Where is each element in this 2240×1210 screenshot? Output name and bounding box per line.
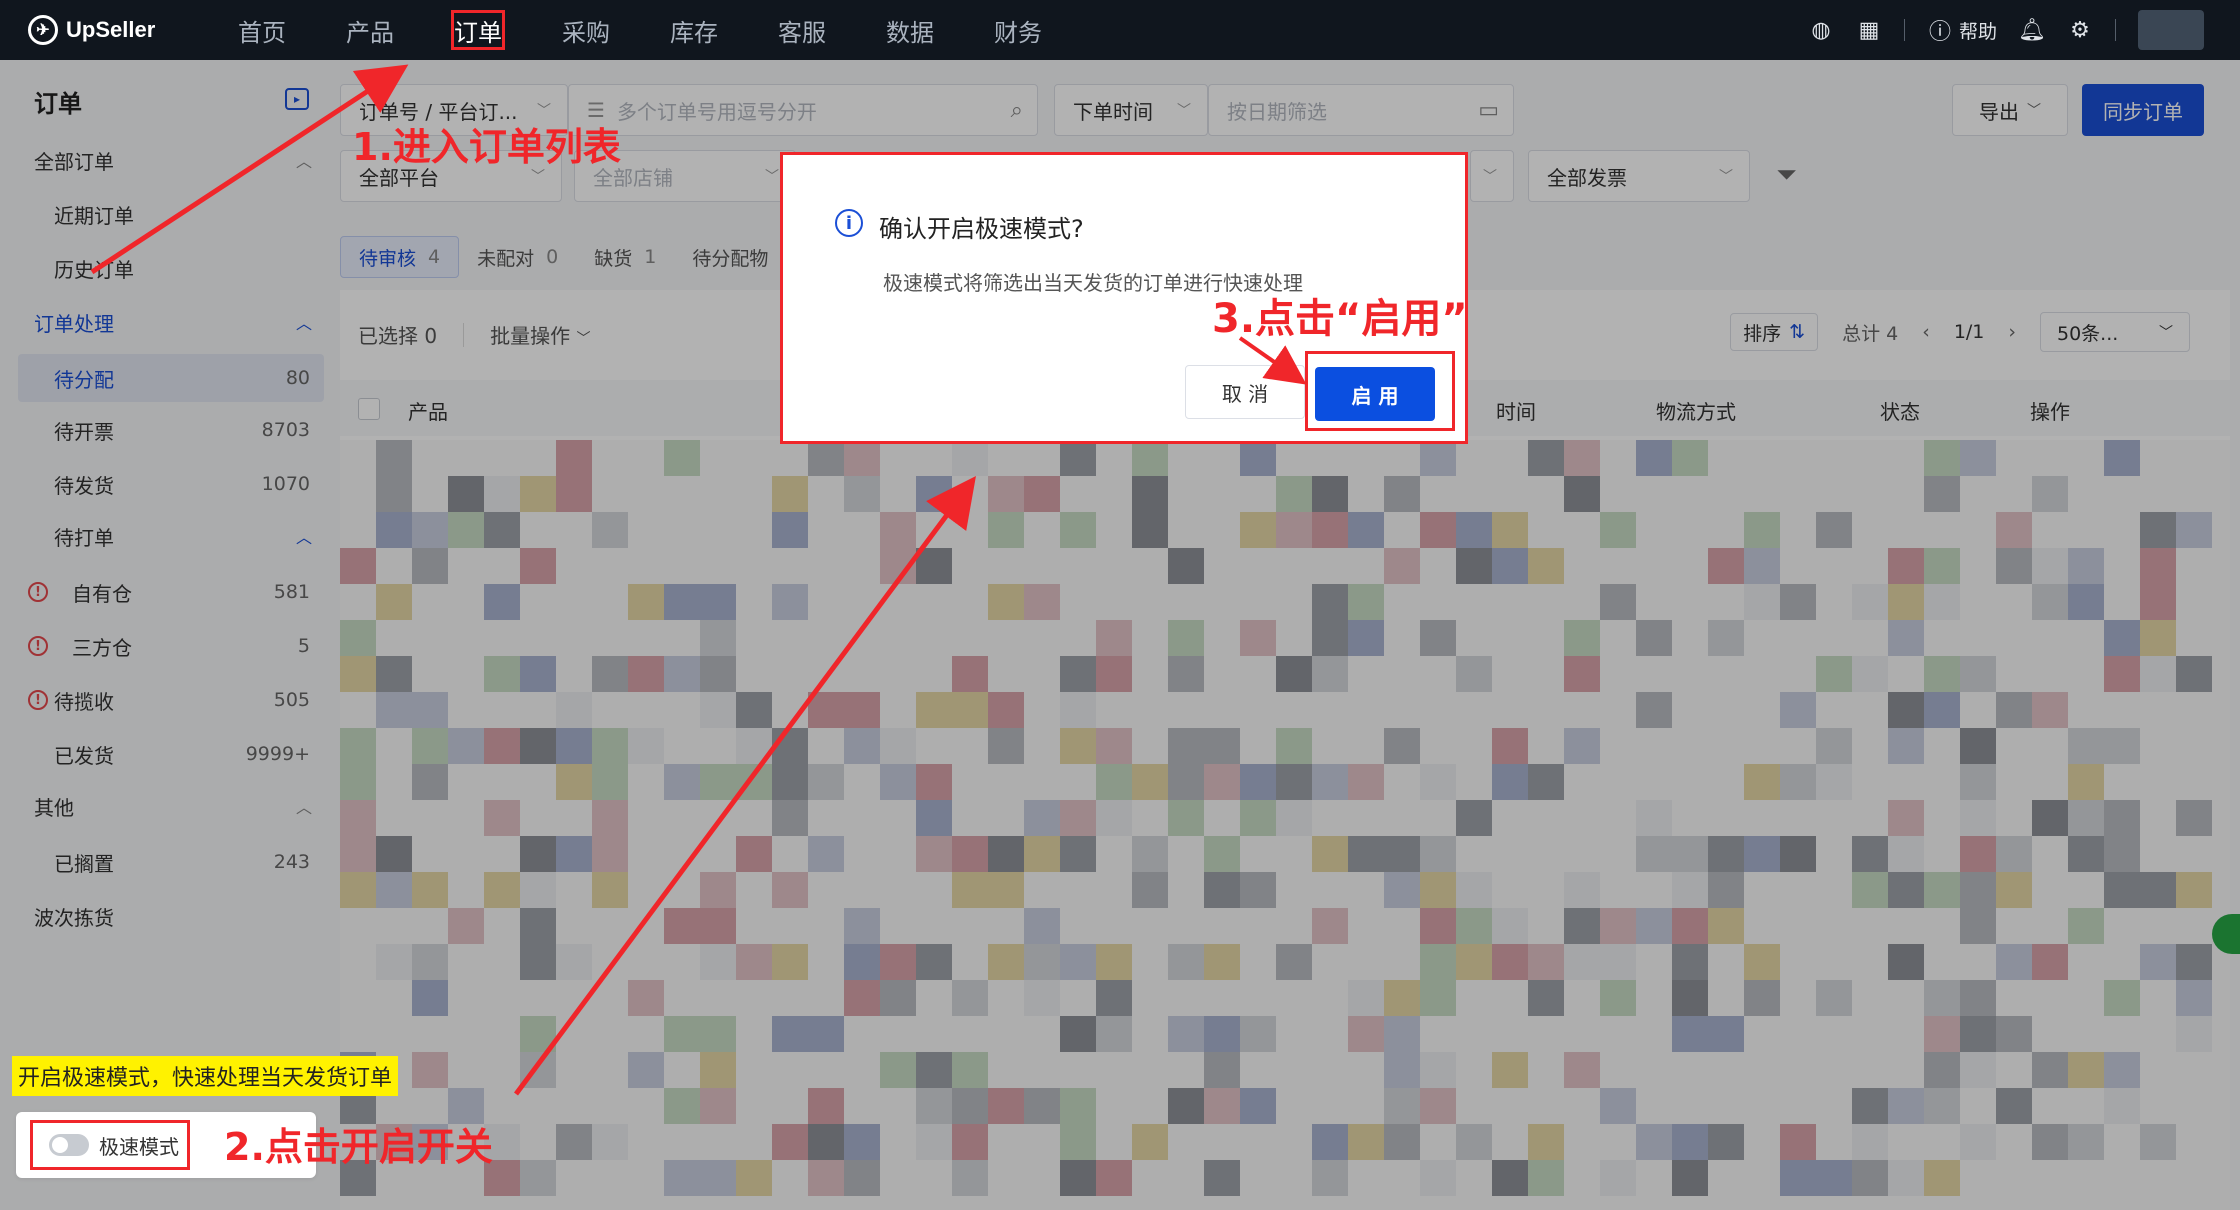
toggle-switch[interactable] xyxy=(49,1134,89,1156)
top-navbar: ✈ UpSeller 首页 产品 订单 采购 库存 客服 数据 财务 ◍ ▦ ⓘ… xyxy=(0,0,2240,60)
enable-button[interactable]: 启 用 xyxy=(1315,367,1435,421)
nav-products[interactable]: 产品 xyxy=(316,0,424,60)
app-logo[interactable]: ✈ UpSeller xyxy=(28,15,198,45)
nav-home[interactable]: 首页 xyxy=(208,0,316,60)
help-button[interactable]: ⓘ 帮助 xyxy=(1927,17,1997,45)
divider xyxy=(1903,19,1905,41)
cancel-button[interactable]: 取 消 xyxy=(1185,365,1305,419)
nav-data[interactable]: 数据 xyxy=(856,0,964,60)
main-nav: 首页 产品 订单 采购 库存 客服 数据 财务 xyxy=(208,0,1072,60)
nav-customer-service[interactable]: 客服 xyxy=(748,0,856,60)
speed-mode-tip: 开启极速模式，快速处理当天发货订单 xyxy=(12,1056,399,1096)
logo-icon: ✈ xyxy=(28,15,58,45)
bell-icon[interactable]: 🔔︎ xyxy=(2018,17,2046,43)
speed-mode-label: 极速模式 xyxy=(99,1134,179,1159)
nav-orders[interactable]: 订单 xyxy=(424,0,532,60)
help-label: 帮助 xyxy=(1958,20,1997,43)
speed-mode-toggle[interactable]: 极速模式 xyxy=(30,1120,190,1170)
globe-icon[interactable]: ◍ xyxy=(1808,17,1834,43)
annotation-step-2: 2.点击开启开关 xyxy=(224,1125,493,1169)
gear-icon[interactable]: ⚙ xyxy=(2067,17,2093,43)
nav-purchase[interactable]: 采购 xyxy=(532,0,640,60)
divider xyxy=(2115,19,2116,41)
nav-inventory[interactable]: 库存 xyxy=(640,0,748,60)
annotation-step-1: 1.进入订单列表 xyxy=(352,125,621,169)
dialog-title: 确认开启极速模式? xyxy=(879,215,1084,243)
apps-grid-icon[interactable]: ▦ xyxy=(1856,17,1882,43)
help-icon: ⓘ xyxy=(1928,20,1951,45)
nav-finance[interactable]: 财务 xyxy=(964,0,1072,60)
top-right-tools: ◍ ▦ ⓘ 帮助 🔔︎ ⚙ xyxy=(1808,0,2240,60)
user-avatar[interactable] xyxy=(2138,10,2204,50)
info-icon: i xyxy=(835,209,863,237)
annotation-step-3: 3.点击“启用” xyxy=(1212,296,1468,342)
logo-text: UpSeller xyxy=(66,17,156,42)
